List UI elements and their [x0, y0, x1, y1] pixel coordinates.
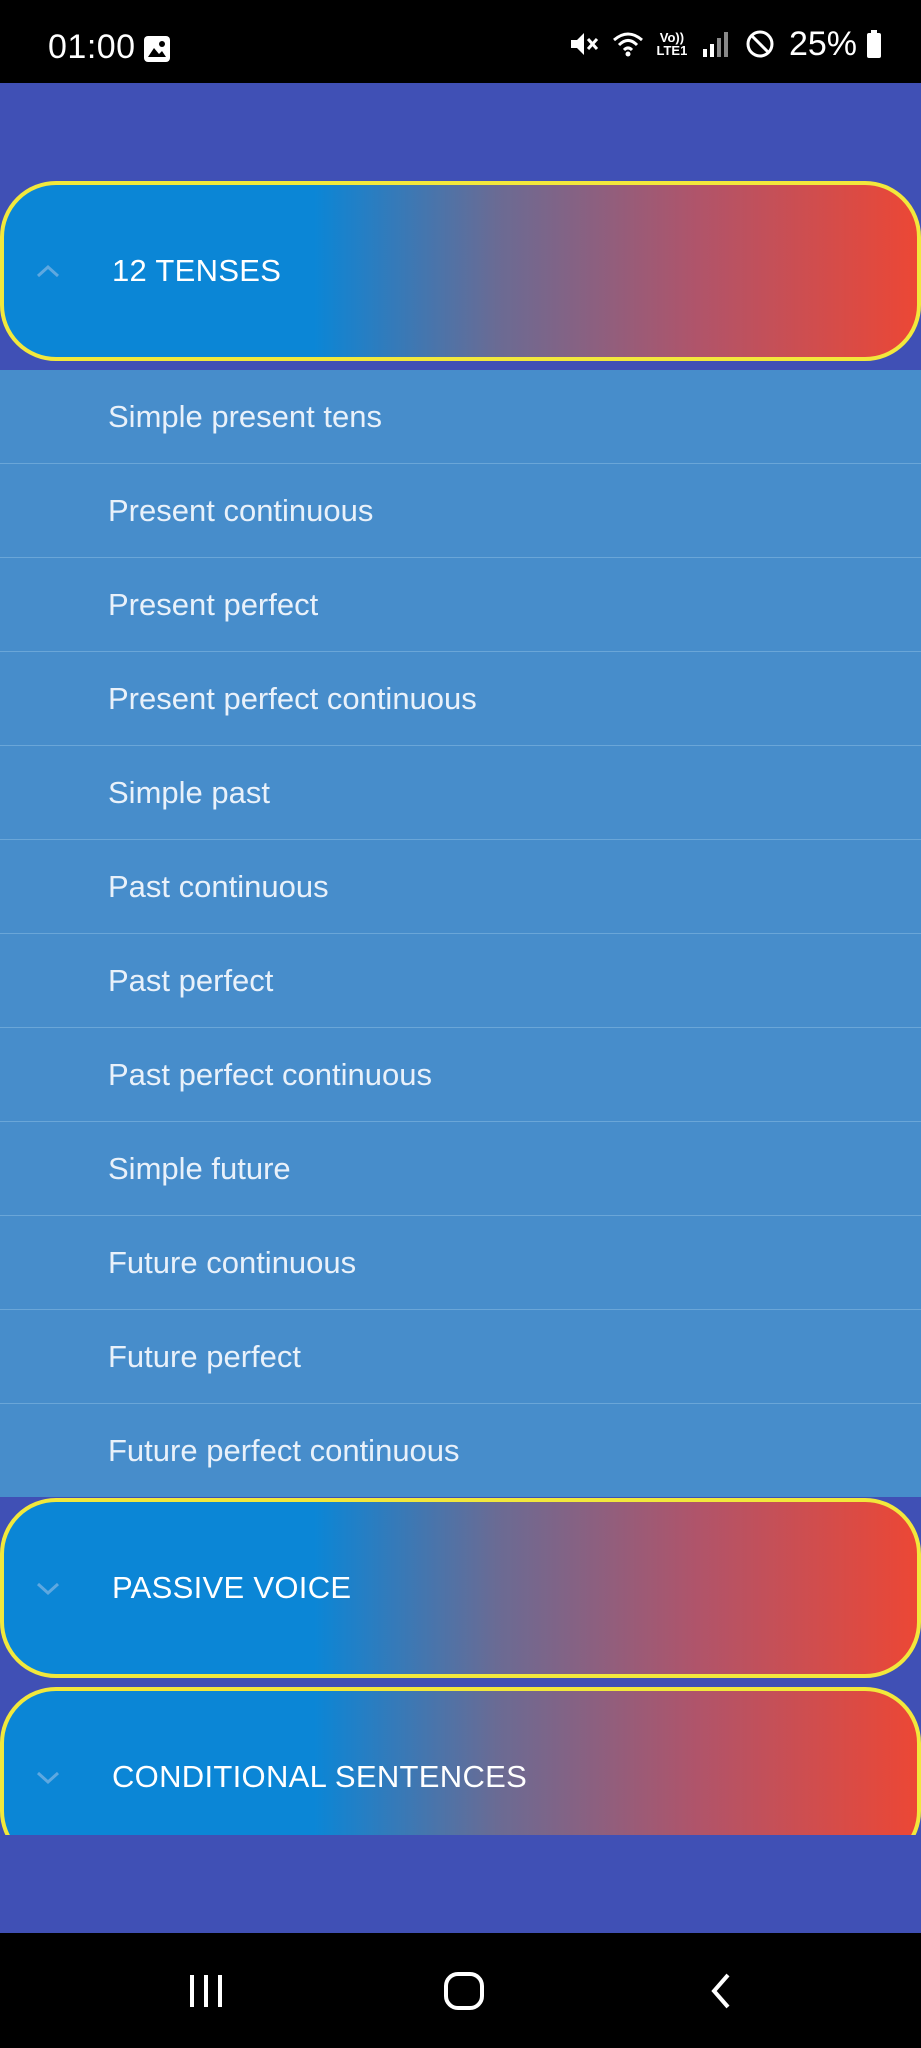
list-item[interactable]: Future perfect continuous	[0, 1404, 921, 1497]
group-title: PASSIVE VOICE	[112, 1570, 352, 1605]
list-item-label: Present perfect	[108, 586, 319, 622]
list-item[interactable]: Past perfect continuous	[0, 1028, 921, 1122]
back-icon[interactable]	[700, 1969, 744, 2013]
list-item[interactable]: Present perfect continuous	[0, 652, 921, 746]
list-item-label: Future perfect	[108, 1338, 301, 1374]
lte-label: LTE1	[656, 43, 688, 58]
list-item[interactable]: Simple future	[0, 1122, 921, 1216]
battery-icon	[867, 30, 881, 58]
home-icon[interactable]	[442, 1969, 486, 2013]
volte-indicator: Vo)) LTE1	[655, 31, 689, 57]
content-area: 12 TENSES Simple present tens Present co…	[0, 83, 921, 1933]
group-header-conditional-sentences[interactable]: CONDITIONAL SENTENCES	[0, 1687, 921, 1835]
list-item-label: Future perfect continuous	[108, 1432, 460, 1468]
image-icon	[144, 36, 170, 62]
group-items-12-tenses: Simple present tens Present continuous P…	[0, 370, 921, 1497]
list-item[interactable]: Simple present tens	[0, 370, 921, 464]
group-header-passive-voice[interactable]: PASSIVE VOICE	[0, 1498, 921, 1678]
list-item[interactable]: Future perfect	[0, 1310, 921, 1404]
list-item-label: Past perfect	[108, 962, 274, 998]
list-item-label: Simple future	[108, 1150, 291, 1186]
battery-percentage: 25%	[788, 24, 857, 63]
list-item[interactable]: Simple past	[0, 746, 921, 840]
list-item-label: Past continuous	[108, 868, 329, 904]
group-title: 12 TENSES	[112, 253, 282, 288]
list-item-label: Present perfect continuous	[108, 680, 477, 716]
list-item-label: Present continuous	[108, 492, 374, 528]
chevron-down-icon	[36, 1582, 60, 1596]
chevron-up-icon	[36, 264, 60, 278]
list-item[interactable]: Present continuous	[0, 464, 921, 558]
list-item-label: Future continuous	[108, 1244, 357, 1280]
accordion-list: 12 TENSES Simple present tens Present co…	[0, 83, 921, 1835]
list-item-label: Past perfect continuous	[108, 1056, 432, 1092]
chevron-down-icon	[36, 1771, 60, 1785]
list-item[interactable]: Past perfect	[0, 934, 921, 1028]
status-bar: 01:00 Vo)) LTE1 25%	[0, 0, 921, 83]
list-item[interactable]: Present perfect	[0, 558, 921, 652]
list-item[interactable]: Future continuous	[0, 1216, 921, 1310]
list-item-label: Simple present tens	[108, 398, 382, 434]
list-item[interactable]: Past continuous	[0, 840, 921, 934]
navigation-bar	[0, 1933, 921, 2048]
status-icons: Vo)) LTE1 25%	[567, 24, 881, 64]
group-title: CONDITIONAL SENTENCES	[112, 1759, 528, 1794]
group-header-12-tenses[interactable]: 12 TENSES	[0, 181, 921, 361]
signal-icon	[702, 32, 728, 57]
wifi-icon	[612, 32, 643, 57]
status-time: 01:00	[48, 28, 136, 66]
list-item-label: Simple past	[108, 774, 270, 810]
recent-apps-icon[interactable]	[184, 1969, 228, 2013]
do-not-disturb-icon	[746, 30, 774, 58]
mute-icon	[570, 33, 599, 55]
